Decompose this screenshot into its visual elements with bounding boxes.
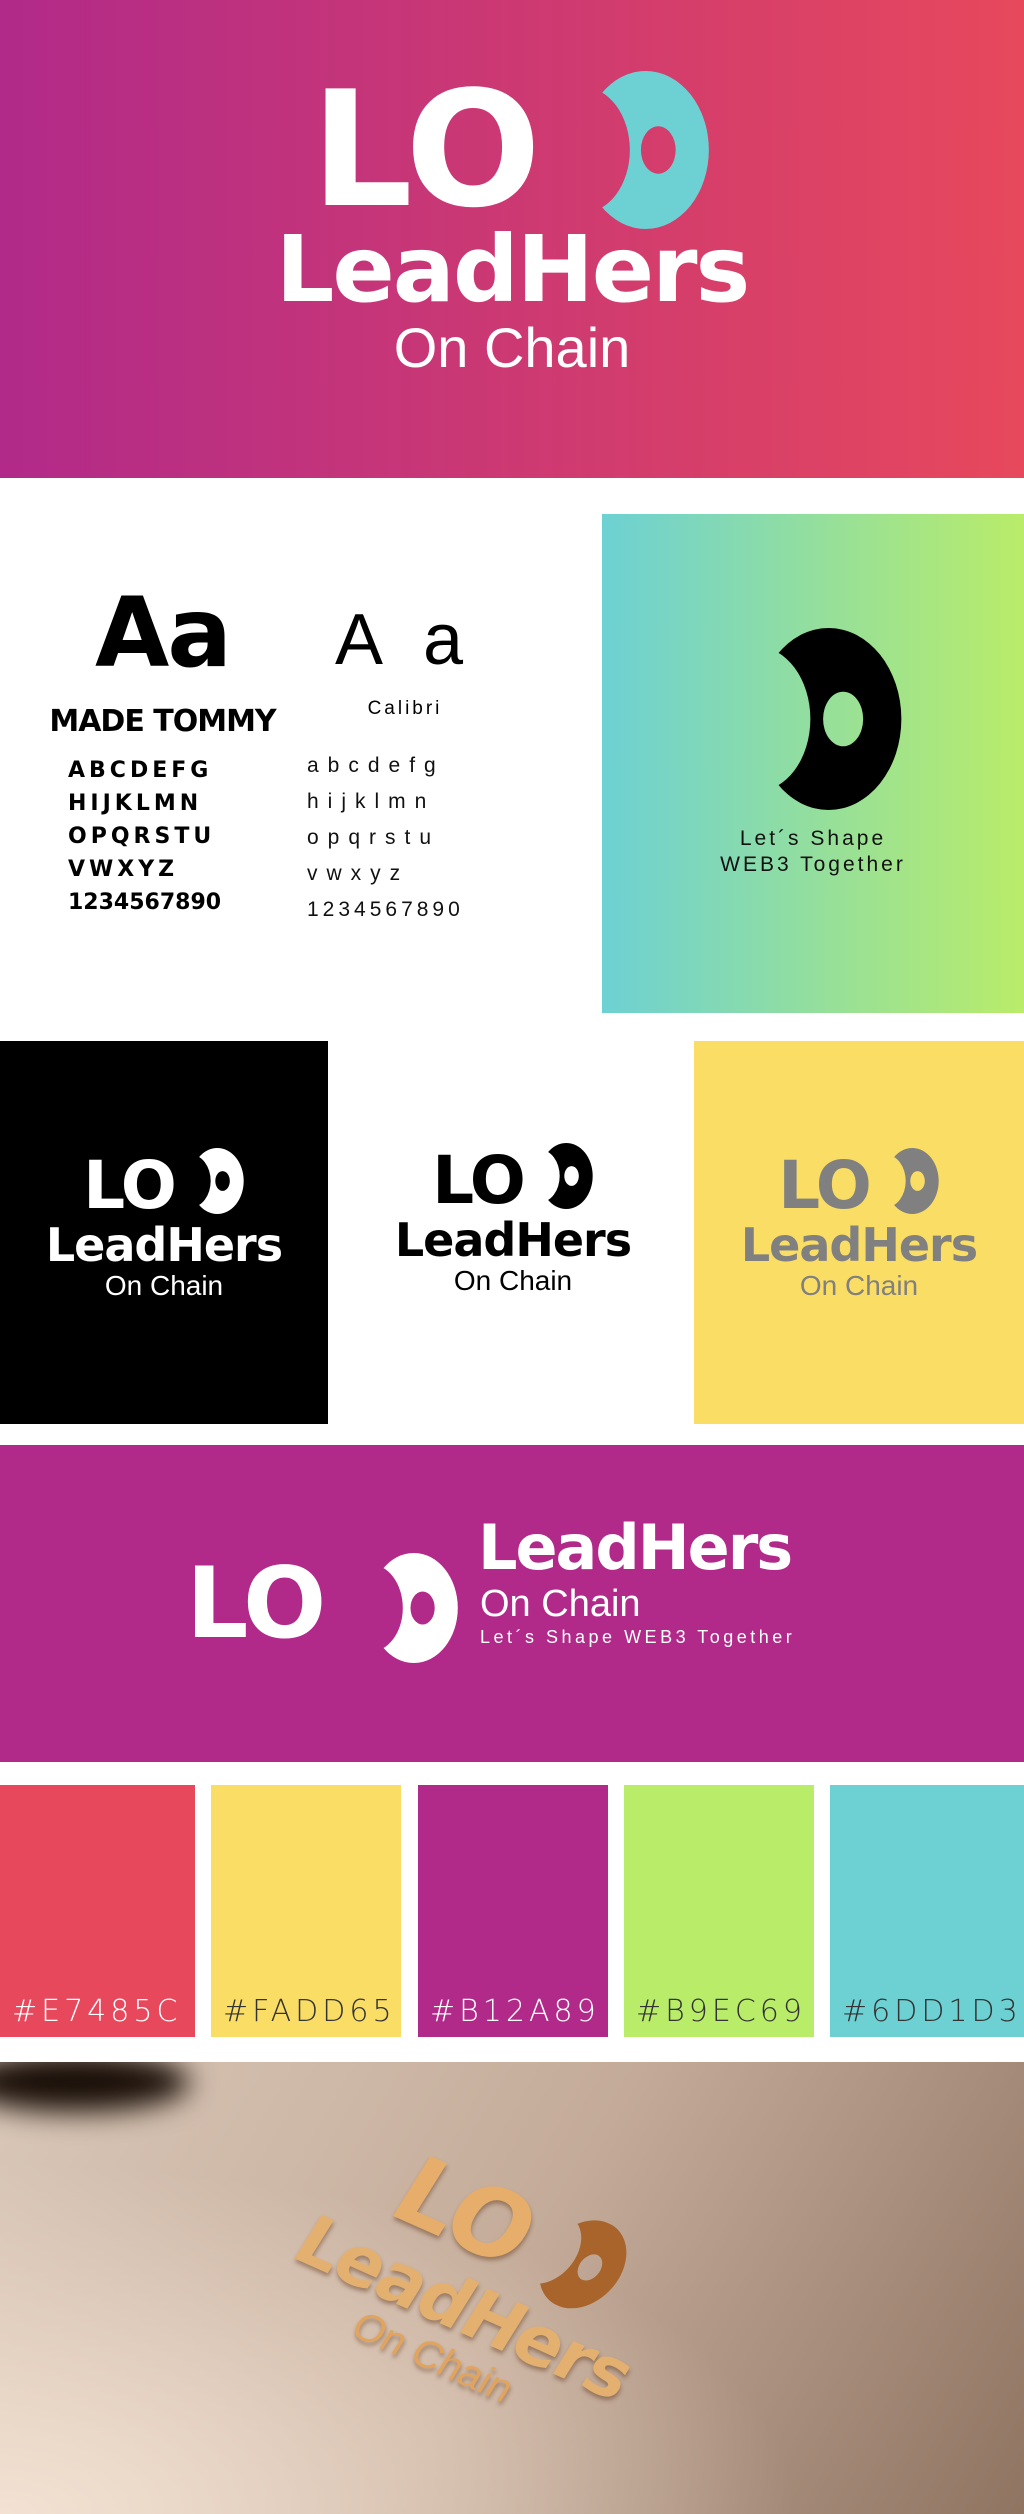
swatch-label: #FADD65	[223, 1994, 396, 2029]
swatch-label: #6DD1D3	[842, 1994, 1022, 2029]
glyph-row: abcdefg	[307, 754, 445, 777]
logo-lo: LO	[778, 1147, 872, 1224]
primary-font-sample: Aa	[94, 577, 232, 689]
symbol-card: Let´s Shape WEB3 Together	[602, 514, 1024, 1013]
logo-mark-icon	[528, 1136, 594, 1216]
logo-sub: On Chain	[393, 316, 631, 379]
color-swatch-yellow: #FADD65	[211, 1785, 401, 2037]
logo-copper: LO LeadHers On Chain	[229, 2102, 730, 2461]
logo-name: LeadHers	[275, 216, 750, 323]
logo-mark-icon	[553, 71, 713, 229]
secondary-font-glyphs: abcdefg hijklmn opqrstu vwxyz 1234567890	[307, 754, 464, 934]
logo-name: LeadHers	[740, 1218, 978, 1272]
shadow	[0, 2062, 190, 2112]
glyph-row: 1234567890	[68, 890, 222, 915]
secondary-font-sample: A a	[334, 600, 476, 680]
primary-font-name: MADE TOMMY	[49, 704, 276, 739]
logo-black: LO LeadHers On Chain	[363, 1136, 663, 1298]
logo-sub: On Chain	[799, 1270, 919, 1301]
glyph-row: 1234567890	[307, 898, 464, 921]
logo-mark-icon	[874, 1141, 940, 1221]
primary-font-glyphs: ABCDEFG HIJKLMN OPQRSTU VWXYZ 1234567890	[68, 758, 221, 923]
logo-lo: LO	[432, 1142, 526, 1219]
logo-name: LeadHers	[478, 1511, 793, 1584]
logo-lo: LO	[83, 1147, 177, 1224]
glyph-row: hijklmn	[307, 790, 436, 813]
logo-sub: On Chain	[104, 1270, 224, 1301]
hero-banner: LO LeadHers On Chain	[0, 0, 1024, 478]
logo-variant-yellow: LO LeadHers On Chain	[694, 1041, 1024, 1424]
logo-tagline: Let´s Shape WEB3 Together	[480, 1627, 796, 1647]
glyph-row: VWXYZ	[68, 857, 179, 882]
embossed-logo-mockup: LO LeadHers On Chain	[0, 2062, 1024, 2514]
logo-hero: LO LeadHers On Chain	[250, 70, 774, 380]
logo-variant-black: LO LeadHers On Chain	[0, 1041, 328, 1424]
swatch-label: #B12A89	[430, 1994, 600, 2029]
swatch-label: #B9EC69	[636, 1994, 806, 2029]
logo-mark-icon	[350, 1553, 460, 1663]
color-swatch-teal: #6DD1D3	[830, 1785, 1024, 2037]
color-swatch-red: #E7485C	[0, 1785, 195, 2037]
swatch-label: #E7485C	[12, 1994, 182, 2029]
logo-sub: On Chain	[480, 1583, 641, 1625]
logo-mark-icon	[722, 628, 906, 810]
logo-lo: LO	[310, 56, 541, 243]
logo-name: LeadHers	[394, 1213, 632, 1267]
logo-sub: On Chain	[453, 1265, 573, 1296]
logo-gray: LO LeadHers On Chain	[694, 1141, 1024, 1303]
logo-mark-icon	[179, 1141, 245, 1221]
glyph-row: opqrstu	[307, 826, 441, 849]
glyph-row: vwxyz	[307, 862, 410, 885]
logo-lo: LO	[186, 1547, 326, 1661]
color-swatch-purple: #B12A89	[418, 1785, 608, 2037]
logo-white: LO LeadHers On Chain	[0, 1141, 328, 1303]
horizontal-logo-banner: LO LeadHers On Chain Let´s Shape WEB3 To…	[0, 1445, 1024, 1762]
color-swatch-green: #B9EC69	[624, 1785, 814, 2037]
tagline-line-2: WEB3 Together	[720, 853, 906, 876]
tagline-line-1: Let´s Shape	[739, 827, 887, 850]
logo-name: LeadHers	[45, 1218, 283, 1272]
secondary-font-name: Calibri	[367, 698, 443, 719]
glyph-row: HIJKLMN	[68, 791, 203, 816]
glyph-row: OPQRSTU	[68, 824, 216, 849]
glyph-row: ABCDEFG	[68, 758, 213, 783]
